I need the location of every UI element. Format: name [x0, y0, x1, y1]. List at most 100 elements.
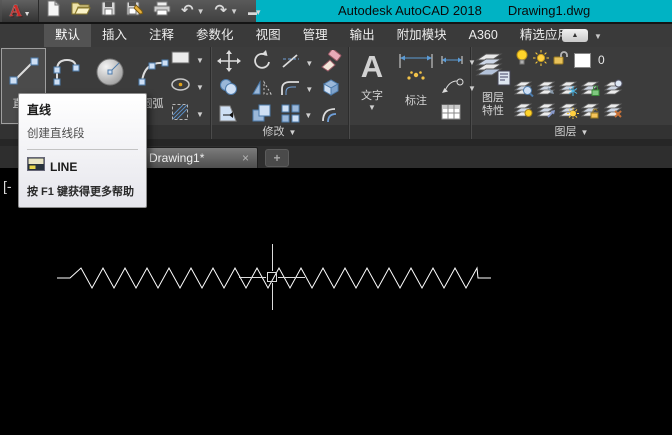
- new-file-button[interactable]: [44, 0, 63, 21]
- panel-annotation-mini-tools: ▼ ▼: [440, 52, 476, 124]
- hatch-icon: [170, 102, 192, 127]
- offset-icon: [319, 103, 343, 128]
- ellipse-tool-button[interactable]: ▼: [170, 77, 204, 97]
- application-menu-caret-icon: ▼: [23, 10, 31, 18]
- copy-icon: [217, 77, 241, 102]
- line-command-icon: [27, 157, 45, 176]
- undo-button[interactable]: ↶ ▼: [179, 1, 207, 21]
- layer-dropdown[interactable]: 0: [515, 49, 605, 70]
- stretch-tool-button[interactable]: [214, 104, 244, 126]
- redo-icon: ↷: [214, 2, 228, 19]
- thaw-layer-button[interactable]: [558, 100, 579, 124]
- dropdown-caret-icon[interactable]: ▼: [305, 85, 313, 94]
- arc-icon: [135, 51, 171, 91]
- move-to-current-layer-button[interactable]: [536, 102, 556, 122]
- erase-tool-button[interactable]: [316, 48, 346, 77]
- crosshair-cursor: [272, 244, 273, 271]
- dimension-tool-label: 标注: [405, 95, 427, 107]
- ribbon-tab-参数化[interactable]: 参数化: [185, 24, 245, 47]
- layer-properties-button[interactable]: 图层 特性: [473, 49, 513, 118]
- document-title: Drawing1.dwg: [507, 3, 591, 18]
- file-tab-drawing1[interactable]: Drawing1* ×: [142, 147, 258, 168]
- ribbon-tab-A360[interactable]: A360: [458, 24, 509, 47]
- viewport-controls[interactable]: [-: [3, 178, 12, 194]
- explode-tool-button[interactable]: [316, 78, 346, 100]
- rotate-tool-button[interactable]: [247, 49, 277, 77]
- panel-label-layers[interactable]: 图层 ▼: [471, 125, 672, 139]
- lock-layer-button[interactable]: [581, 80, 601, 100]
- open-file-button[interactable]: [69, 1, 93, 21]
- text-tool-label: 文字: [361, 90, 383, 102]
- save-as-button[interactable]: [124, 1, 145, 21]
- hatch-tool-button[interactable]: ▼: [170, 102, 204, 127]
- linear-dimension-tool-button[interactable]: ▼: [440, 52, 476, 72]
- dimension-tool-icon: [394, 49, 438, 90]
- dropdown-caret-icon[interactable]: ▼: [196, 110, 204, 119]
- current-layer-name: 0: [598, 53, 605, 67]
- redo-button[interactable]: ↷ ▼: [213, 1, 241, 21]
- new-tab-button[interactable]: +: [265, 149, 289, 167]
- dropdown-caret-icon[interactable]: ▼: [304, 111, 312, 120]
- text-tool-caret-icon: ▼: [368, 103, 376, 112]
- plot-button[interactable]: [151, 1, 173, 21]
- trim-tool-button[interactable]: ▼: [279, 52, 313, 74]
- customize-quick-access-icon: ▬▾: [248, 7, 260, 17]
- table-tool-button[interactable]: [440, 104, 476, 124]
- delete-layer-button[interactable]: [603, 102, 624, 122]
- array-icon: [280, 103, 302, 128]
- scale-tool-button[interactable]: [247, 104, 277, 126]
- lock-layer-icon: [581, 78, 601, 102]
- fade-layer-button[interactable]: [536, 80, 556, 100]
- ribbon-tab-输出[interactable]: 输出: [339, 24, 386, 47]
- copy-tool-button[interactable]: [214, 78, 244, 100]
- window-title: Autodesk AutoCAD 2018 Drawing1.dwg: [338, 0, 590, 22]
- dropdown-caret-icon[interactable]: ▼: [305, 59, 313, 68]
- title-bar: A ▼ ↶ ▼ ↷ ▼ ▬▾ Autodesk AutoCAD 2018 Drawing1…: [0, 0, 672, 24]
- change-to-current-layer-button[interactable]: [603, 79, 624, 100]
- ribbon-tab-视图[interactable]: 视图: [245, 24, 292, 47]
- ribbon-minimize-button[interactable]: ▲: [562, 29, 588, 42]
- dropdown-caret-icon[interactable]: ▼: [197, 7, 205, 16]
- ribbon-tab-附加模块[interactable]: 附加模块: [386, 24, 458, 47]
- table-icon: [440, 103, 462, 126]
- array-tool-button[interactable]: ▼: [279, 104, 313, 126]
- drawing-canvas[interactable]: [0, 168, 672, 435]
- rotate-icon: [251, 49, 273, 77]
- dimension-tool-button[interactable]: 标注: [394, 49, 438, 108]
- panel-label-modify[interactable]: 修改 ▼: [211, 125, 348, 139]
- thaw-layer-icon: [558, 100, 579, 124]
- ribbon-tab-管理[interactable]: 管理: [292, 24, 339, 47]
- ribbon-tab-注释[interactable]: 注释: [138, 24, 185, 47]
- isolate-layer-button[interactable]: [513, 80, 534, 100]
- move-tool-button[interactable]: [214, 49, 244, 74]
- ribbon-minimize-caret-icon[interactable]: ▼: [594, 32, 602, 41]
- rectangle-tool-button[interactable]: ▼: [170, 50, 204, 70]
- ribbon-tab-默认[interactable]: 默认: [44, 24, 92, 47]
- tooltip-command-name: LINE: [50, 159, 78, 174]
- stretch-icon: [217, 103, 241, 128]
- dropdown-caret-icon[interactable]: ▼: [230, 7, 238, 16]
- layer-properties-label-2: 特性: [482, 105, 504, 117]
- application-menu-button[interactable]: A ▼: [2, 0, 39, 22]
- mirror-tool-button[interactable]: [247, 78, 277, 100]
- leader-tool-button[interactable]: ▼: [440, 78, 476, 98]
- erase-icon: [319, 48, 343, 77]
- customize-quick-access-button[interactable]: ▬▾: [246, 1, 262, 21]
- fillet-icon: [279, 78, 303, 101]
- unlock-layer-button[interactable]: [581, 102, 601, 122]
- tooltip-description: 创建直线段: [27, 128, 85, 140]
- fade-layer-icon: [536, 78, 557, 102]
- fillet-tool-button[interactable]: ▼: [279, 78, 313, 100]
- dropdown-caret-icon[interactable]: ▼: [196, 83, 204, 92]
- turn-on-layer-button[interactable]: [513, 102, 534, 122]
- quick-access-toolbar: A ▼ ↶ ▼ ↷ ▼ ▬▾: [0, 0, 260, 22]
- save-icon: [101, 1, 116, 21]
- freeze-layer-button[interactable]: [558, 80, 579, 100]
- offset-tool-button[interactable]: [316, 104, 346, 126]
- dropdown-caret-icon[interactable]: ▼: [196, 56, 204, 65]
- tooltip-divider: [27, 149, 138, 150]
- save-button[interactable]: [99, 1, 118, 21]
- file-tab-close-icon[interactable]: ×: [240, 151, 251, 165]
- ribbon-tab-插入[interactable]: 插入: [91, 24, 138, 47]
- text-tool-button[interactable]: A 文字 ▼: [352, 49, 392, 112]
